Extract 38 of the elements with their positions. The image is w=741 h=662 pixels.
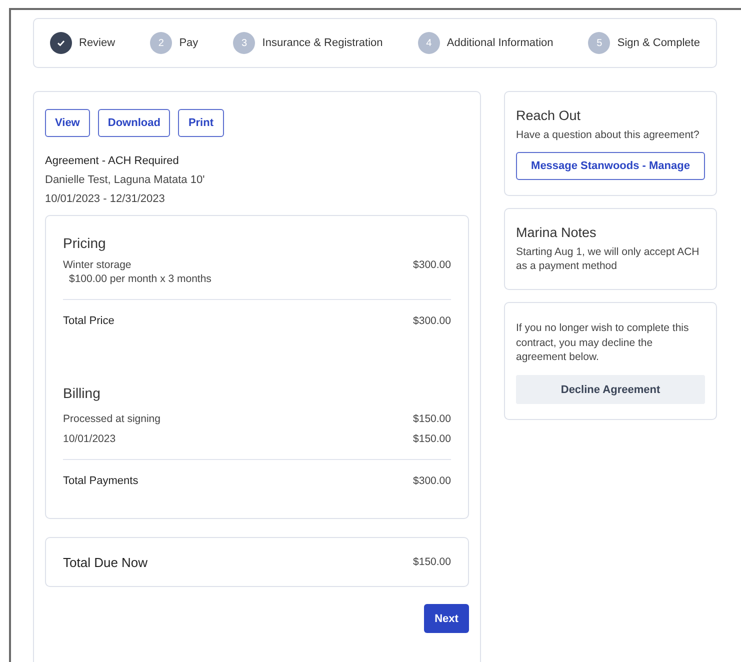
line-item-amount: $300.00 [413, 259, 451, 271]
step-label: Insurance & Registration [262, 37, 383, 49]
customer-name: Danielle Test, Laguna Matata 10' [45, 174, 206, 186]
total-label: Total Price [63, 315, 114, 327]
message-button[interactable]: Message Stanwoods - Manage [516, 152, 705, 180]
payment-name: 10/01/2023 [63, 433, 116, 445]
step-label: Review [79, 37, 116, 49]
step-label: Additional Information [446, 37, 554, 49]
card-text: Have a question about this agreement? [516, 128, 700, 143]
line-item-name: Winter storage [63, 259, 132, 271]
step-label: Sign & Complete [617, 37, 700, 49]
payment-amount: $150.00 [413, 413, 451, 425]
card-text: Starting Aug 1, we will only accept ACH as a payment method [516, 244, 700, 274]
total-amount: $300.00 [413, 475, 451, 487]
date-range: 10/01/2023 - 12/31/2023 [45, 193, 166, 205]
section-heading: Pricing [63, 235, 107, 251]
step-number: 3 [233, 32, 256, 54]
line-item-detail: $100.00 per month x 3 months [68, 273, 212, 285]
step-label: Pay [179, 37, 198, 49]
step-number: 2 [150, 32, 172, 54]
total-label: Total Payments [63, 475, 138, 487]
total-due-amount: $150.00 [413, 556, 451, 568]
total-due-label: Total Due Now [63, 554, 148, 570]
card-text: If you no longer wish to complete this contract, you may decline the agreement below. [516, 321, 690, 366]
section-heading: Billing [63, 385, 102, 401]
card-heading: Marina Notes [516, 224, 598, 240]
document-button[interactable]: Download [98, 109, 170, 137]
payment-name: Processed at signing [63, 413, 160, 425]
document-button[interactable]: Print [178, 109, 224, 137]
step-number: 5 [588, 32, 610, 54]
document-button[interactable]: View [45, 109, 90, 137]
next-button[interactable]: Next [424, 604, 469, 633]
total-amount: $300.00 [413, 315, 451, 327]
agreement-title: Agreement - ACH Required [45, 155, 180, 167]
card-heading: Reach Out [516, 108, 582, 123]
payment-amount: $150.00 [413, 433, 451, 445]
step-number: 4 [418, 32, 440, 54]
decline-button[interactable]: Decline Agreement [516, 375, 705, 404]
